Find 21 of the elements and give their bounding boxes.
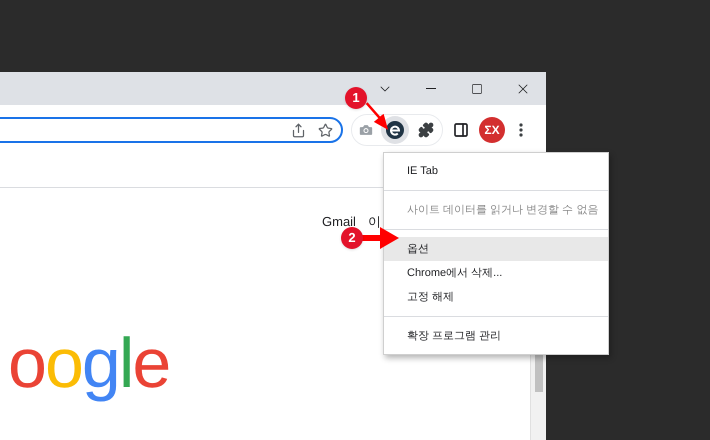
extension-button[interactable] [381,116,409,144]
bookmark-star-icon[interactable] [318,122,333,138]
more-icon [519,123,523,137]
menu-item[interactable]: 고정 해제 [384,285,608,309]
minimize-icon [426,88,436,89]
header-link[interactable]: 이 [368,212,381,232]
profile-avatar[interactable]: ΣX [479,117,505,143]
share-icon[interactable] [291,122,306,138]
maximize-icon [471,82,483,94]
callout-arrow [360,226,400,250]
side-panel-icon [453,122,469,138]
camera-icon [358,122,374,138]
menu-item[interactable]: IE Tab [384,159,608,183]
menu-item[interactable]: 옵션 [384,237,608,261]
menu-item[interactable]: Chrome에서 삭제... [384,261,608,285]
puzzle-icon [418,122,434,138]
e-logo-icon [386,121,404,139]
menu-item[interactable]: 확장 프로그램 관리 [384,324,608,348]
callout-arrow [364,102,389,131]
address-bar[interactable] [0,117,343,143]
google-logo: oogle [8,323,170,403]
